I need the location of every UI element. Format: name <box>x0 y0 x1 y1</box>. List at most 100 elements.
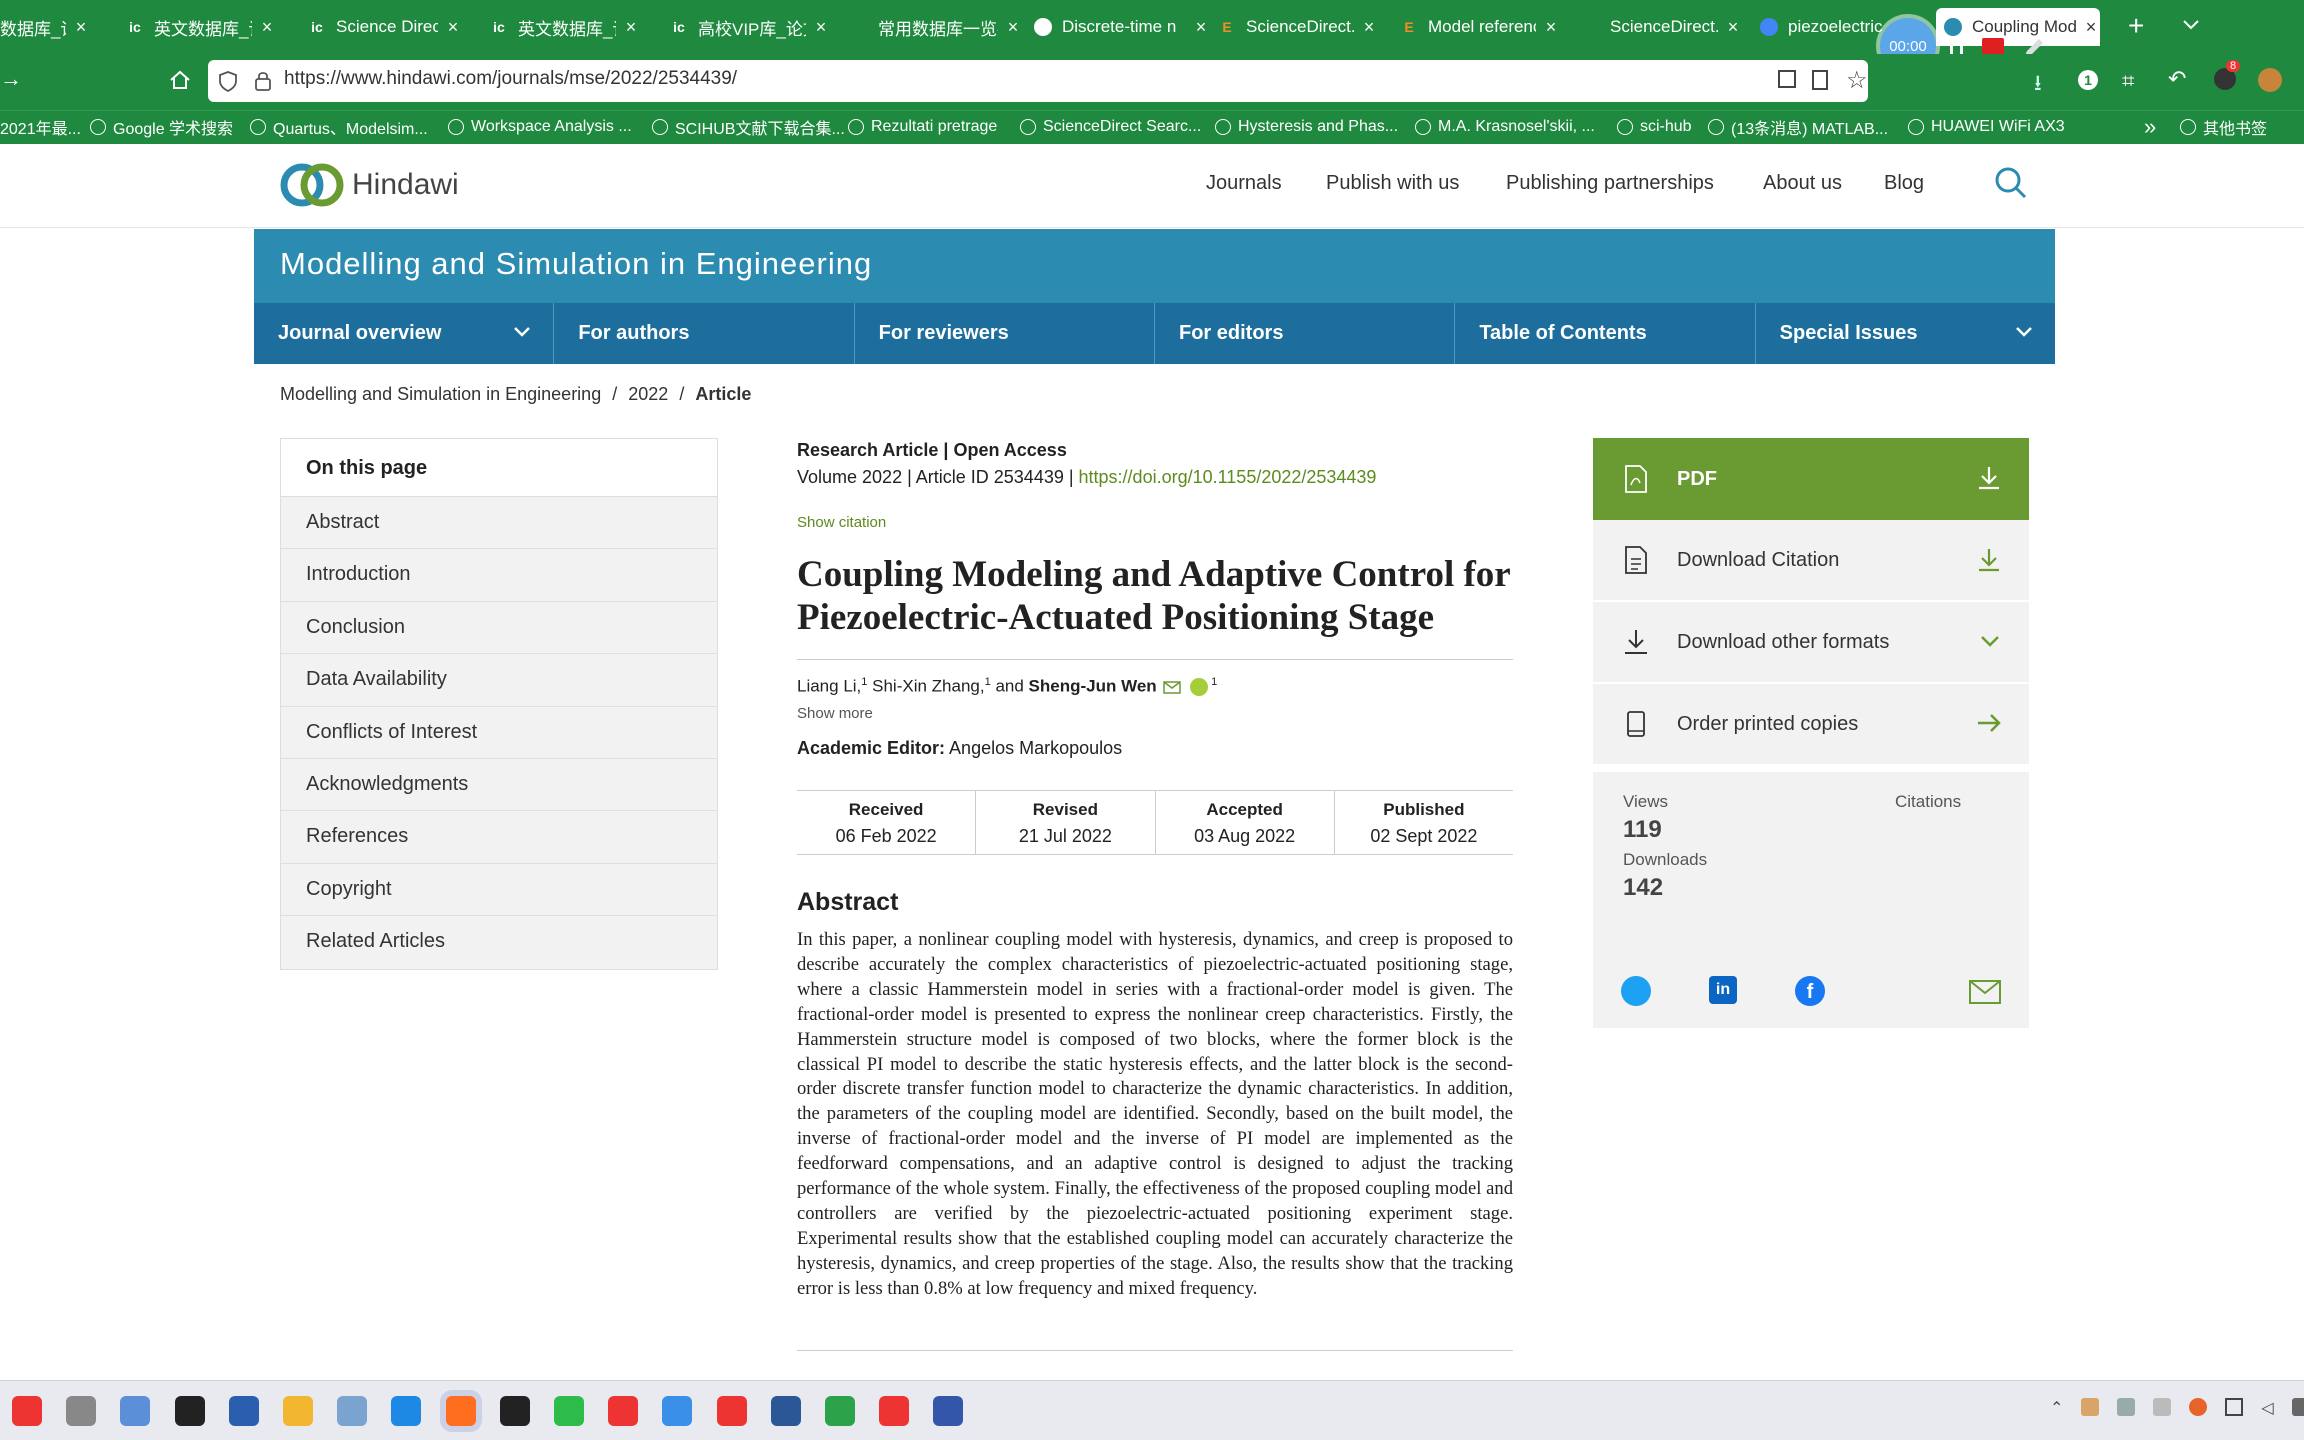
tray-app-icon[interactable] <box>2153 1398 2172 1416</box>
bookmark-item[interactable]: ScienceDirect Searc... <box>1020 114 1201 140</box>
close-icon[interactable]: × <box>812 17 830 38</box>
toc-item-introduction[interactable]: Introduction <box>281 549 717 602</box>
system-tray[interactable]: ⌃ ◁ <box>2050 1398 2304 1418</box>
close-icon[interactable]: × <box>2082 17 2100 38</box>
close-icon[interactable]: × <box>1542 17 1560 38</box>
nav-journals[interactable]: Journals <box>1206 172 1282 195</box>
youdao-icon[interactable] <box>608 1396 639 1426</box>
wechat-icon[interactable] <box>554 1396 584 1426</box>
orcid-icon[interactable] <box>1190 678 1209 697</box>
pdf-download-button[interactable]: PDF <box>1593 438 2029 520</box>
bookmark-star-icon[interactable]: ☆ <box>1846 66 1868 95</box>
browser-tab[interactable]: 常用数据库一览-vip × <box>850 12 1022 42</box>
netease-music-icon[interactable] <box>12 1396 42 1426</box>
tab-special-issues[interactable]: Special Issues <box>1756 303 2055 364</box>
tray-network-icon[interactable] <box>2225 1398 2244 1416</box>
word-icon[interactable] <box>770 1396 801 1426</box>
show-more-link[interactable]: Show more <box>797 705 1513 722</box>
usb-icon[interactable] <box>66 1396 97 1426</box>
close-icon[interactable]: × <box>1192 17 1210 38</box>
app-icon[interactable] <box>662 1396 693 1426</box>
tab-journal-overview[interactable]: Journal overview <box>254 303 555 364</box>
back-arrow-icon[interactable]: → <box>0 66 22 92</box>
other-bookmarks-folder[interactable]: 其他书签 <box>2180 114 2267 140</box>
search-icon[interactable] <box>1994 166 2028 205</box>
qr-code-icon[interactable] <box>1778 70 1796 88</box>
tray-app-icon[interactable] <box>2081 1398 2100 1416</box>
browser-tab[interactable]: ic 英文数据库_论文 × <box>126 12 276 42</box>
toc-item-acknowledgments[interactable]: Acknowledgments <box>281 759 717 812</box>
corresponding-author-name[interactable]: Sheng-Jun Wen <box>1029 677 1157 696</box>
home-icon[interactable] <box>168 68 192 97</box>
browser-tab[interactable]: ic数据库_论文× <box>0 12 90 42</box>
journal-title[interactable]: Modelling and Simulation in Engineering <box>280 246 872 282</box>
close-icon[interactable]: × <box>1724 17 1742 38</box>
crop-icon[interactable]: ⌗ <box>2122 68 2134 94</box>
bookmark-item[interactable]: Google 学术搜索 <box>90 114 233 140</box>
linkedin-icon[interactable]: in <box>1709 976 1737 1004</box>
folder-icon[interactable] <box>283 1396 313 1426</box>
chart-icon[interactable] <box>337 1396 368 1426</box>
author-name[interactable]: Shi-Xin Zhang, <box>867 677 984 696</box>
nav-publish-with-us[interactable]: Publish with us <box>1326 172 1459 195</box>
lock-icon[interactable] <box>254 70 272 97</box>
browser-tab[interactable]: E Model referenc × <box>1400 12 1560 42</box>
app-icon[interactable] <box>825 1396 855 1426</box>
bookmarks-overflow-icon[interactable]: » <box>2144 114 2156 140</box>
pdf-icon[interactable] <box>879 1396 910 1426</box>
toc-item-abstract[interactable]: Abstract <box>281 497 717 550</box>
breadcrumb-journal[interactable]: Modelling and Simulation in Engineering <box>280 384 601 404</box>
undo-icon[interactable]: ↶ <box>2168 66 2186 92</box>
order-printed-copies-button[interactable]: Order printed copies <box>1593 684 2029 764</box>
qq-icon[interactable] <box>499 1396 530 1426</box>
tab-for-authors[interactable]: For authors <box>554 303 855 364</box>
photos-icon[interactable] <box>120 1396 151 1426</box>
browser-tab[interactable]: Discrete-time n × <box>1034 12 1210 42</box>
email-share-icon[interactable] <box>1969 980 2001 1004</box>
email-icon[interactable] <box>1163 680 1182 694</box>
firefox-icon[interactable] <box>445 1396 476 1426</box>
downloads-icon[interactable]: ⭳ <box>2034 66 2042 104</box>
bookmark-item[interactable]: Workspace Analysis ... <box>448 114 632 140</box>
author-name[interactable]: Liang Li, <box>797 677 861 696</box>
tab-for-reviewers[interactable]: For reviewers <box>855 303 1155 364</box>
close-icon[interactable]: × <box>258 17 276 38</box>
tray-chevron-up-icon[interactable]: ⌃ <box>2050 1398 2063 1418</box>
bookmark-item[interactable]: (13条消息) MATLAB... <box>1708 114 1888 140</box>
wps-icon[interactable] <box>716 1396 747 1426</box>
nav-about-us[interactable]: About us <box>1763 172 1842 195</box>
bookmark-item[interactable]: Quartus、Modelsim... <box>250 114 428 140</box>
download-other-formats-button[interactable]: Download other formats <box>1593 602 2029 682</box>
browser-tab[interactable]: ic Science Direct × <box>308 12 462 42</box>
nav-publishing-partnerships[interactable]: Publishing partnerships <box>1506 172 1714 195</box>
profile-avatar-icon[interactable] <box>2258 68 2282 92</box>
bookmark-item[interactable]: 2021年最... <box>0 114 81 140</box>
close-icon[interactable]: × <box>1004 17 1022 38</box>
bookmark-item[interactable]: sci-hub <box>1617 114 1692 140</box>
close-icon[interactable]: × <box>72 17 90 38</box>
app-icon[interactable] <box>228 1396 259 1426</box>
reader-view-icon[interactable] <box>1812 70 1828 90</box>
browser-tab[interactable]: ic 英文数据库_论文 × <box>490 12 640 42</box>
bookmark-item[interactable]: SCIHUB文献下载合集... <box>652 114 845 140</box>
tab-table-of-contents[interactable]: Table of Contents <box>1455 303 1756 364</box>
browser-tab[interactable]: ScienceDirect.c × <box>1582 12 1742 42</box>
edge-browser-icon[interactable] <box>391 1396 422 1426</box>
tray-ime-mode-icon[interactable] <box>2291 1398 2304 1416</box>
breadcrumb-year[interactable]: 2022 <box>628 384 668 404</box>
toc-item-related-articles[interactable]: Related Articles <box>281 916 717 968</box>
toc-item-data-availability[interactable]: Data Availability <box>281 654 717 707</box>
toc-item-conclusion[interactable]: Conclusion <box>281 602 717 655</box>
close-icon[interactable]: × <box>622 17 640 38</box>
bookmark-item[interactable]: HUAWEI WiFi AX3 <box>1908 114 2065 140</box>
browser-tab[interactable]: E ScienceDirect.c × <box>1218 12 1378 42</box>
twitter-icon[interactable] <box>1621 976 1651 1006</box>
close-icon[interactable]: × <box>444 17 462 38</box>
tray-volume-icon[interactable]: ◁ <box>2261 1398 2273 1418</box>
tray-ime-icon[interactable] <box>2117 1398 2136 1416</box>
toc-item-copyright[interactable]: Copyright <box>281 864 717 917</box>
language-icon[interactable] <box>933 1396 964 1426</box>
bookmark-item[interactable]: Hysteresis and Phas... <box>1215 114 1398 140</box>
nav-blog[interactable]: Blog <box>1884 172 1924 195</box>
toc-item-conflicts-of-interest[interactable]: Conflicts of Interest <box>281 707 717 759</box>
